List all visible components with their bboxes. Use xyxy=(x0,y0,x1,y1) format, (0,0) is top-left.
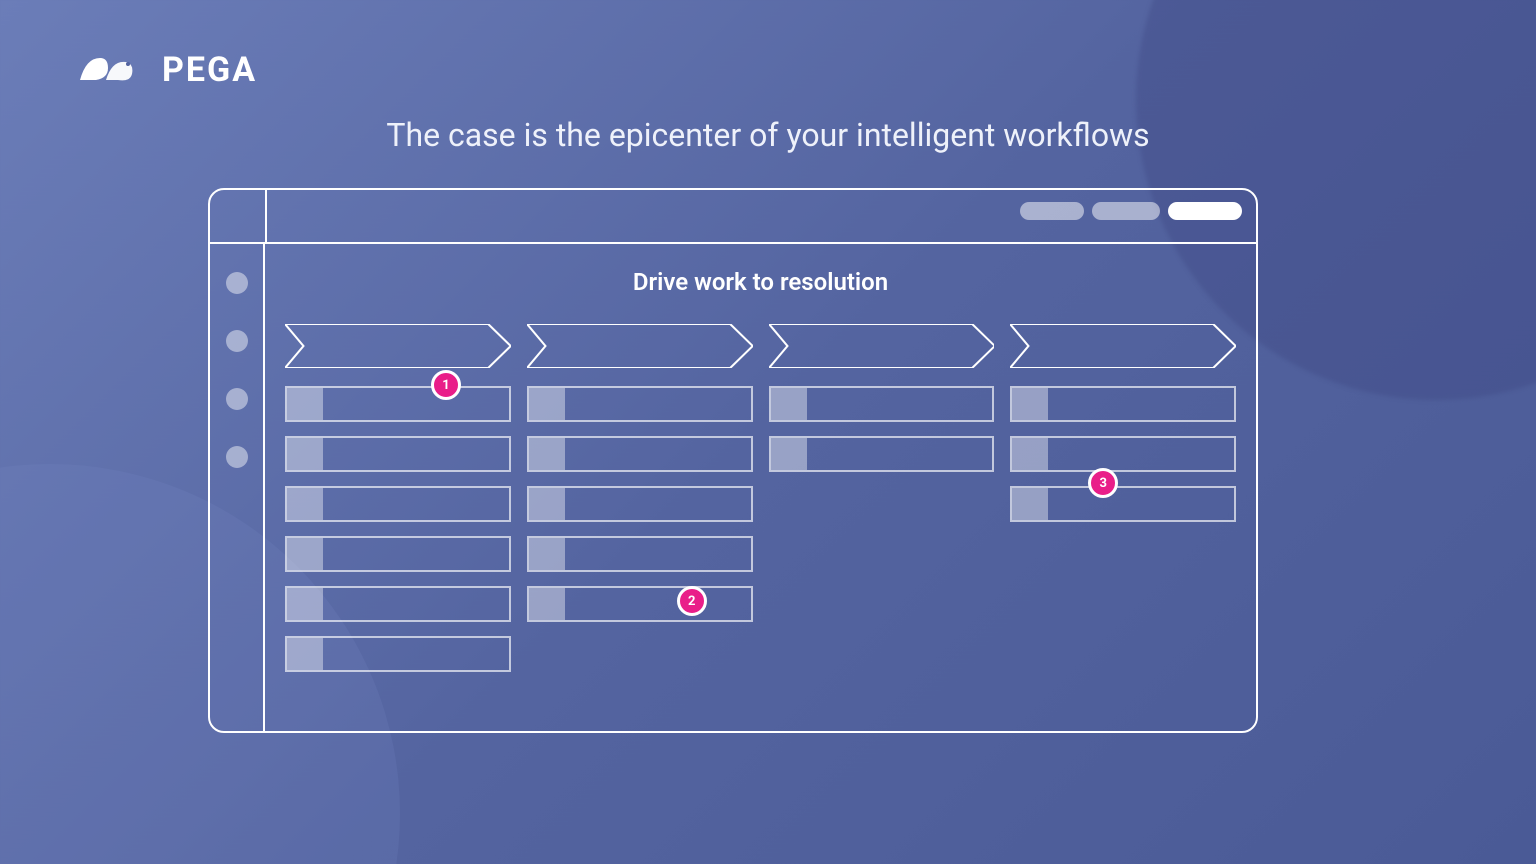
workflow-step xyxy=(285,536,511,572)
sidebar-dot xyxy=(226,330,248,352)
stage-chevron-icon xyxy=(1010,324,1236,368)
workflow-step xyxy=(769,386,995,422)
workflow-column-4: 3 xyxy=(1010,386,1236,522)
step-icon-placeholder xyxy=(529,588,565,620)
workflow-column-3 xyxy=(769,386,995,472)
brand-logo: PEGA xyxy=(78,50,257,90)
workflow-window-frame: Drive work to resolution xyxy=(208,188,1258,733)
pega-logo-icon xyxy=(78,50,150,90)
step-icon-placeholder xyxy=(771,438,807,470)
workflow-step xyxy=(527,436,753,472)
step-icon-placeholder xyxy=(287,538,323,570)
stage-chevron-icon xyxy=(769,324,995,368)
window-body: Drive work to resolution xyxy=(210,244,1256,731)
titlebar-pill xyxy=(1092,202,1160,220)
step-icon-placeholder xyxy=(287,488,323,520)
workflow-step xyxy=(285,436,511,472)
step-icon-placeholder xyxy=(529,538,565,570)
step-icon-placeholder xyxy=(771,388,807,420)
workflow-column-2: 2 xyxy=(527,386,753,622)
workflow-step xyxy=(527,536,753,572)
workflow-step xyxy=(285,636,511,672)
titlebar-pill-group xyxy=(1020,202,1242,220)
workflow-step xyxy=(1010,436,1236,472)
sidebar-dot xyxy=(226,446,248,468)
window-titlebar xyxy=(210,190,1256,244)
workflow-step xyxy=(1010,386,1236,422)
callout-marker-2[interactable]: 2 xyxy=(677,586,707,616)
workflow-step xyxy=(769,436,995,472)
workflow-step xyxy=(1010,486,1236,522)
step-icon-placeholder xyxy=(287,588,323,620)
window-content: Drive work to resolution xyxy=(265,244,1256,731)
stage-chevron-icon xyxy=(285,324,511,368)
step-icon-placeholder xyxy=(529,438,565,470)
workflow-step xyxy=(527,486,753,522)
step-icon-placeholder xyxy=(1012,388,1048,420)
callout-marker-1[interactable]: 1 xyxy=(431,370,461,400)
workflow-step xyxy=(527,386,753,422)
step-icon-placeholder xyxy=(287,438,323,470)
step-icon-placeholder xyxy=(529,388,565,420)
titlebar-pill xyxy=(1020,202,1084,220)
workflow-column-1: 1 xyxy=(285,386,511,672)
workflow-step xyxy=(527,586,753,622)
titlebar-divider xyxy=(265,190,267,242)
brand-name: PEGA xyxy=(162,50,257,90)
step-icon-placeholder xyxy=(1012,438,1048,470)
sidebar-dot xyxy=(226,272,248,294)
content-title: Drive work to resolution xyxy=(285,268,1236,296)
titlebar-pill-active xyxy=(1168,202,1242,220)
stage-arrow-row xyxy=(285,324,1236,368)
step-icon-placeholder xyxy=(529,488,565,520)
stage-chevron-icon xyxy=(527,324,753,368)
workflow-step xyxy=(285,486,511,522)
step-icon-placeholder xyxy=(287,388,323,420)
workflow-step xyxy=(285,586,511,622)
page-title: The case is the epicenter of your intell… xyxy=(0,116,1536,154)
sidebar-dot xyxy=(226,388,248,410)
window-sidebar xyxy=(210,244,265,731)
workflow-columns: 1 2 3 xyxy=(285,386,1236,672)
step-icon-placeholder xyxy=(1012,488,1048,520)
workflow-step xyxy=(285,386,511,422)
step-icon-placeholder xyxy=(287,638,323,670)
